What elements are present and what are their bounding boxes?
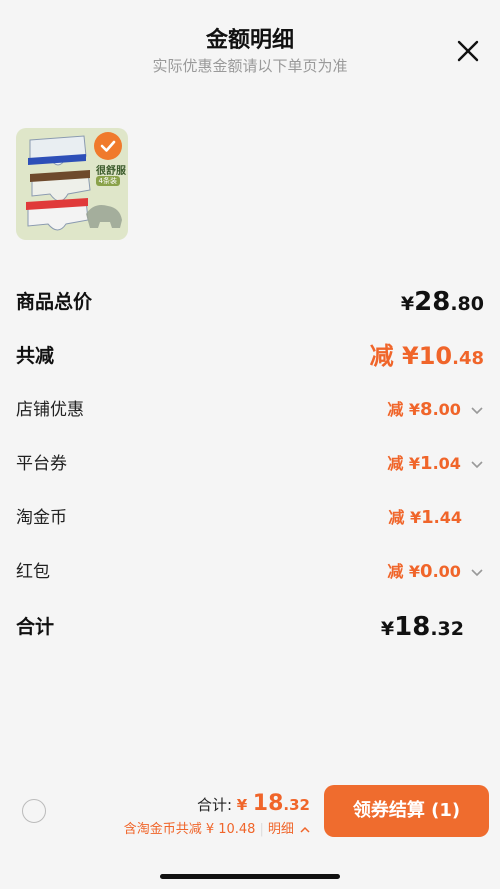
- row-label: 淘金币: [16, 508, 67, 528]
- amount-integer: 10: [418, 342, 453, 370]
- product-thumbnail[interactable]: 很舒服 4条装: [16, 128, 128, 240]
- row-label: 红包: [16, 562, 50, 582]
- row-store-discount[interactable]: 店铺优惠 减 ¥8.00: [16, 390, 484, 430]
- currency-symbol: ¥: [236, 796, 248, 814]
- discount-prefix: 减: [388, 508, 410, 527]
- currency-symbol: ¥: [380, 618, 395, 640]
- row-value: 减 ¥1.44: [388, 498, 462, 538]
- discount-prefix: 减: [387, 400, 409, 419]
- currency-symbol: ¥: [400, 293, 415, 315]
- currency-symbol: ¥: [409, 508, 422, 527]
- check-icon: [100, 140, 116, 152]
- savings-detail-link[interactable]: 含淘金币共减 ¥ 10.48 | 明细: [124, 818, 310, 837]
- amount-decimal: .48: [452, 348, 484, 369]
- amount-decimal: .04: [432, 454, 461, 473]
- amount-integer: 0: [420, 561, 433, 582]
- row-value: 减 ¥0.00: [387, 552, 484, 592]
- row-label: 商品总价: [16, 291, 93, 313]
- chevron-down-icon: [471, 406, 483, 414]
- amount-decimal: .44: [433, 508, 462, 527]
- row-goods-total: 商品总价 ¥28.80: [16, 282, 484, 322]
- currency-symbol: ¥: [408, 454, 421, 473]
- product-badge-text: 很舒服: [96, 166, 126, 177]
- row-value: 减 ¥10.48: [370, 336, 484, 379]
- chevron-down-icon: [471, 460, 483, 468]
- sheet-subtitle: 实际优惠金额请以下单页为准: [152, 57, 348, 75]
- row-value: ¥28.80: [401, 282, 484, 325]
- savings-text: 含淘金币共减 ¥ 10.48: [123, 822, 256, 837]
- row-taojinbi: 淘金币 减 ¥1.44: [16, 498, 484, 538]
- checkout-button[interactable]: 领券结算 (1): [324, 785, 489, 837]
- sheet-header: 金额明细 实际优惠金额请以下单页为准: [0, 0, 500, 90]
- amount-integer: 18: [394, 612, 431, 642]
- row-red-packet[interactable]: 红包 减 ¥0.00: [16, 552, 484, 592]
- footer-total-label: 合计:: [196, 796, 237, 814]
- row-label: 店铺优惠: [16, 400, 84, 420]
- currency-symbol: ¥: [408, 400, 421, 419]
- amount-integer: 1: [421, 507, 434, 528]
- close-button[interactable]: [455, 38, 481, 64]
- row-label: 合计: [16, 616, 55, 638]
- row-value: ¥18.32: [381, 607, 464, 650]
- discount-prefix: 减: [369, 342, 402, 370]
- close-icon: [457, 40, 479, 62]
- product-badge-sub: 4条装: [95, 176, 120, 186]
- row-value: 减 ¥1.04: [387, 444, 484, 484]
- row-platform-coupon[interactable]: 平台券 减 ¥1.04: [16, 444, 484, 484]
- select-all-radio[interactable]: [22, 799, 46, 823]
- row-grand-total: 合计 ¥18.32: [16, 607, 484, 647]
- row-value: 减 ¥8.00: [387, 390, 484, 430]
- row-label: 平台券: [16, 454, 67, 474]
- sheet-title: 金额明细: [205, 28, 294, 53]
- row-total-discount: 共减 减 ¥10.48: [16, 336, 484, 376]
- currency-symbol: ¥: [408, 562, 421, 581]
- discount-prefix: 减: [387, 454, 409, 473]
- amount-decimal: .00: [432, 400, 461, 419]
- amount-integer: 28: [414, 287, 451, 317]
- amount-integer: 1: [420, 453, 433, 474]
- selected-check-badge: [94, 132, 122, 160]
- currency-symbol: ¥: [402, 342, 419, 370]
- amount-decimal: .00: [432, 562, 461, 581]
- amount-detail-sheet: 金额明细 实际优惠金额请以下单页为准 很舒服 4条装 商品总价 ¥28.80 共…: [0, 0, 500, 889]
- amount-decimal: .32: [283, 796, 310, 814]
- chevron-up-icon: [300, 826, 310, 833]
- row-label: 共减: [16, 345, 55, 367]
- divider: |: [259, 822, 264, 837]
- footer-total-amount: ¥ 18.32: [236, 791, 310, 816]
- chevron-down-icon: [471, 568, 483, 576]
- amount-integer: 8: [420, 399, 433, 420]
- footer-total: 合计: ¥ 18.32: [197, 791, 310, 816]
- home-indicator: [160, 874, 340, 879]
- amount-decimal: .32: [430, 618, 464, 640]
- detail-link-label: 明细: [267, 822, 294, 837]
- discount-prefix: 减: [387, 562, 409, 581]
- amount-decimal: .80: [450, 293, 484, 315]
- amount-integer: 18: [252, 791, 284, 816]
